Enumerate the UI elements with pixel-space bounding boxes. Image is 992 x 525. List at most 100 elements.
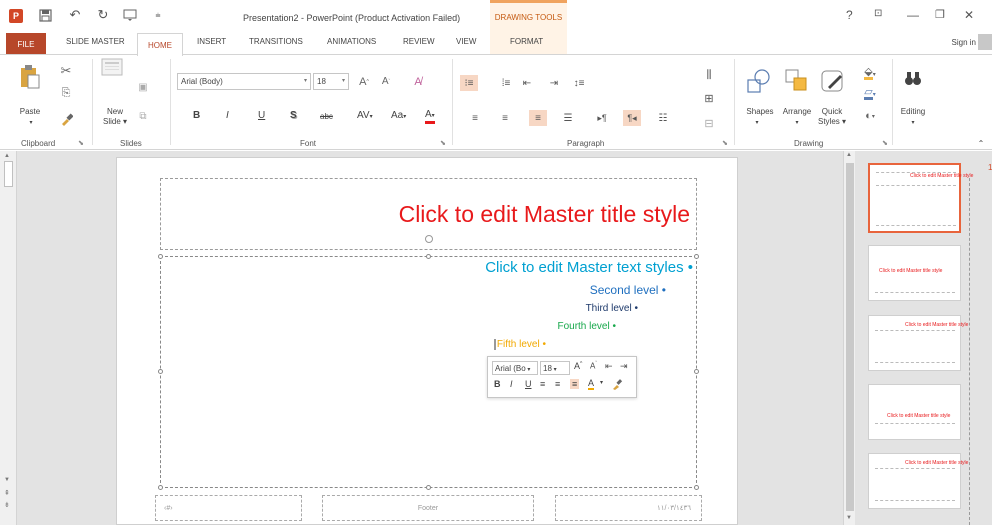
thumbnail-scrollbar[interactable]: ▲ ▼ xyxy=(843,151,855,525)
close-button[interactable]: ✕ xyxy=(964,8,974,22)
font-size-dropdown-icon[interactable]: ▾ xyxy=(342,77,345,84)
master-title-text[interactable]: Click to edit Master title style xyxy=(399,201,690,228)
thumb-scroll-down-icon[interactable]: ▼ xyxy=(846,515,852,521)
slide-master-canvas[interactable]: Click to edit Master title style Click t… xyxy=(116,157,738,525)
tab-animations[interactable]: ANIMATIONS xyxy=(327,37,376,46)
numbering-icon[interactable]: ⁞≡ xyxy=(497,75,515,91)
scroll-thumb[interactable] xyxy=(4,161,13,187)
columns-icon[interactable]: ☷ xyxy=(654,110,672,126)
mini-underline-button[interactable]: U xyxy=(525,379,532,389)
mini-grow-font-icon[interactable]: A^ xyxy=(574,361,582,371)
reset-icon[interactable]: ⧉ xyxy=(136,109,150,123)
avatar[interactable] xyxy=(978,34,992,50)
mini-decrease-indent-icon[interactable]: ⇤ xyxy=(605,361,613,372)
shape-effects-icon[interactable]: ◐ ▾ xyxy=(860,109,880,123)
level4-text[interactable]: Fourth level • xyxy=(557,321,616,332)
mini-align-left-icon[interactable]: ≡ xyxy=(540,379,545,389)
mini-align-right-icon[interactable]: ≡ xyxy=(570,379,580,389)
smartart-icon[interactable]: ⊟ xyxy=(700,115,718,131)
tab-view[interactable]: VIEW xyxy=(456,37,476,46)
resize-handle[interactable] xyxy=(426,485,431,490)
sign-in-link[interactable]: Sign in xyxy=(952,38,976,47)
mini-center-icon[interactable]: ≡ xyxy=(555,379,560,389)
underline-button[interactable]: U xyxy=(258,110,265,121)
level5-text[interactable]: Fifth level • xyxy=(493,339,546,350)
character-spacing-button[interactable]: AV▾ xyxy=(357,110,373,121)
save-icon[interactable] xyxy=(37,7,53,23)
level2-text[interactable]: Second level • xyxy=(590,283,666,297)
cut-icon[interactable]: ✂ xyxy=(58,63,74,79)
undo-icon[interactable]: ↶ xyxy=(67,7,83,23)
format-painter-icon[interactable] xyxy=(58,111,74,127)
text-direction-icon[interactable]: ⫼ xyxy=(700,67,718,83)
redo-icon[interactable]: ↻ xyxy=(95,7,111,23)
tab-format[interactable]: FORMAT xyxy=(510,37,543,46)
resize-handle[interactable] xyxy=(694,485,699,490)
drawing-launcher-icon[interactable]: ⬊ xyxy=(882,139,888,147)
rtl-icon[interactable]: ¶◂ xyxy=(623,110,641,126)
help-button[interactable]: ? xyxy=(846,8,853,22)
paste-icon[interactable] xyxy=(18,63,42,91)
resize-handle[interactable] xyxy=(158,254,163,259)
resize-handle[interactable] xyxy=(426,254,431,259)
line-spacing-icon[interactable]: ↕≡ xyxy=(570,75,588,91)
mini-font-name[interactable]: Arial (Bo ▾ xyxy=(492,361,538,375)
tab-transitions[interactable]: TRANSITIONS xyxy=(249,37,303,46)
previous-slide-icon[interactable]: ⇞ xyxy=(4,489,10,497)
copy-icon[interactable]: ⎘ xyxy=(58,85,74,101)
level3-text[interactable]: Third level • xyxy=(586,303,638,314)
thumbnail-layout-1[interactable]: Click to edit Master title style xyxy=(868,245,961,301)
mini-increase-indent-icon[interactable]: ⇥ xyxy=(620,361,628,372)
mini-format-painter-icon[interactable] xyxy=(612,379,623,392)
new-slide-label-2[interactable]: Slide ▾ xyxy=(100,117,130,127)
align-text-icon[interactable]: ⊞ xyxy=(700,90,718,106)
shape-outline-icon[interactable]: ▱ ▾ xyxy=(860,87,880,101)
tab-home[interactable]: HOME xyxy=(137,33,183,56)
tab-slide-master[interactable]: SLIDE MASTER xyxy=(66,37,125,46)
level1-text[interactable]: Click to edit Master text styles • xyxy=(485,259,693,276)
slide-number-placeholder[interactable]: ١١/٠٣/١٤٣٦ xyxy=(555,495,702,521)
paragraph-launcher-icon[interactable]: ⬊ xyxy=(722,139,728,147)
mini-shrink-font-icon[interactable]: Aˇ xyxy=(590,361,597,371)
font-launcher-icon[interactable]: ⬊ xyxy=(440,139,446,147)
paste-button-label[interactable]: Paste xyxy=(18,107,42,117)
date-placeholder[interactable]: ‏‹#› xyxy=(155,495,302,521)
align-left-icon[interactable]: ≡ xyxy=(466,110,484,126)
justify-icon[interactable]: ☰ xyxy=(559,110,577,126)
footer-placeholder[interactable]: Footer xyxy=(322,495,534,521)
mini-font-size[interactable]: 18 ▾ xyxy=(540,361,570,375)
collapse-ribbon-icon[interactable]: ⌃ xyxy=(976,139,986,149)
scroll-up-icon[interactable]: ▲ xyxy=(4,153,10,159)
new-slide-label-1[interactable]: New xyxy=(100,107,130,117)
customize-qat-icon[interactable]: ⩧ xyxy=(150,7,166,23)
next-slide-icon[interactable]: ⇟ xyxy=(4,501,10,509)
thumbnail-layout-4[interactable]: Click to edit Master title style xyxy=(868,453,968,509)
thumb-scroll-up-icon[interactable]: ▲ xyxy=(846,152,852,158)
decrease-indent-icon[interactable]: ⇤ xyxy=(518,75,536,91)
arrange-button-label[interactable]: Arrange xyxy=(778,107,816,117)
layout-icon[interactable]: ▣ xyxy=(136,80,150,94)
resize-handle[interactable] xyxy=(158,369,163,374)
scroll-down-icon[interactable]: ▼ xyxy=(4,477,10,483)
start-from-beginning-icon[interactable] xyxy=(122,7,138,23)
grow-font-icon[interactable]: A ^ xyxy=(356,73,372,90)
thumbnail-layout-2[interactable]: Click to edit Master title style xyxy=(868,315,968,371)
shape-fill-icon[interactable]: ⬙ ▾ xyxy=(860,67,880,81)
new-slide-icon[interactable] xyxy=(100,57,124,77)
quick-styles-label-1[interactable]: Quick xyxy=(816,107,848,117)
quick-styles-icon[interactable] xyxy=(819,67,847,95)
shapes-dropdown-icon[interactable]: ▾ xyxy=(752,118,762,128)
clipboard-launcher-icon[interactable]: ⬊ xyxy=(78,139,84,147)
font-name-dropdown-icon[interactable]: ▾ xyxy=(304,77,307,84)
clear-formatting-icon[interactable]: A̸ xyxy=(410,73,426,90)
minimize-button[interactable]: — xyxy=(907,8,919,22)
mini-bold-button[interactable]: B xyxy=(494,379,501,389)
font-color-button[interactable]: A▾ xyxy=(425,110,435,124)
maximize-button[interactable]: ❐ xyxy=(935,8,945,21)
quick-styles-label-2[interactable]: Styles ▾ xyxy=(816,117,848,127)
shapes-button-label[interactable]: Shapes xyxy=(742,107,778,117)
italic-button[interactable]: I xyxy=(226,110,229,121)
strikethrough-button[interactable]: abc xyxy=(320,112,333,121)
tab-insert[interactable]: INSERT xyxy=(197,37,226,46)
paste-dropdown-icon[interactable]: ▾ xyxy=(26,118,36,128)
